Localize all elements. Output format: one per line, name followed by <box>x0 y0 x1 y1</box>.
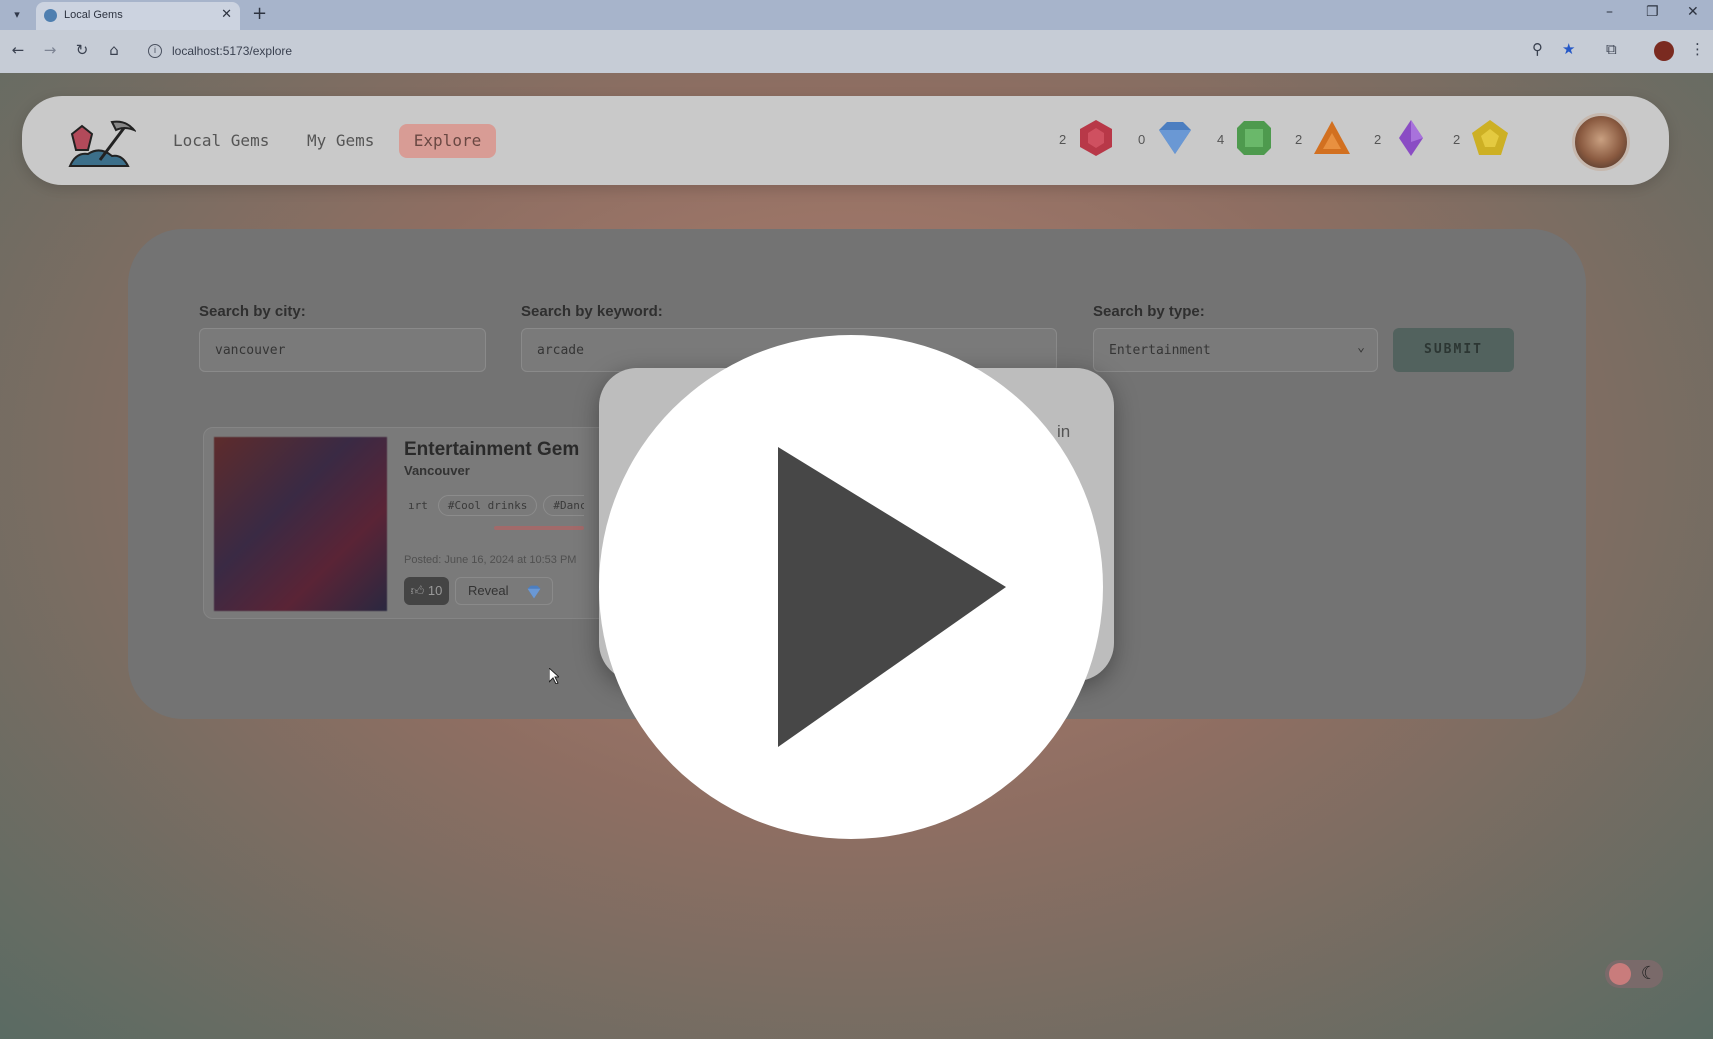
moon-icon: ☾ <box>1640 963 1658 984</box>
nav-local-gems[interactable]: Local Gems <box>173 131 269 150</box>
reload-icon[interactable]: ↻ <box>72 41 92 59</box>
city-label: Search by city: <box>199 303 306 320</box>
gem-count-red: 2 <box>1059 132 1067 147</box>
tab-search-chevron-icon[interactable]: ▾ <box>6 5 28 25</box>
orange-triangle-gem-icon <box>1314 121 1350 154</box>
new-tab-icon[interactable]: + <box>252 3 267 24</box>
tag-chip: #Danci <box>543 495 584 516</box>
reveal-label: Reveal <box>468 583 509 598</box>
type-select[interactable]: Entertainment ⌄ <box>1093 328 1378 372</box>
browser-menu-icon[interactable]: ⋮ <box>1690 40 1705 58</box>
tag-chip: #Cool drinks <box>437 495 538 516</box>
restore-icon[interactable]: ❐ <box>1646 4 1659 20</box>
gem-count-purple: 2 <box>1374 132 1382 147</box>
site-info-icon[interactable]: i <box>148 44 162 58</box>
thumbs-up-icon: 👍︎ <box>410 583 428 598</box>
close-window-icon[interactable]: ✕ <box>1687 4 1699 20</box>
back-icon[interactable]: ← <box>8 41 28 59</box>
purple-crystal-gem-icon <box>1399 120 1423 156</box>
app-navbar: Local Gems My Gems Explore 2 0 4 2 2 2 <box>22 96 1669 185</box>
local-gems-logo-icon[interactable] <box>66 116 136 168</box>
type-select-value: Entertainment <box>1109 343 1211 358</box>
submit-button[interactable]: SUBMIT <box>1393 328 1514 372</box>
url-text[interactable]: localhost:5173/explore <box>172 44 292 58</box>
browser-tab-bar: ▾ Local Gems ✕ + – ❐ ✕ <box>0 0 1713 30</box>
gem-title: Entertainment Gem <box>404 439 580 460</box>
address-bar[interactable]: i localhost:5173/explore <box>140 36 1580 66</box>
reveal-button[interactable]: Reveal <box>455 577 553 605</box>
posted-date: Posted: June 16, 2024 at 10:53 PM <box>404 554 577 566</box>
play-icon <box>778 447 1006 747</box>
page-body: Local Gems My Gems Explore 2 0 4 2 2 2 S… <box>0 73 1713 1039</box>
gem-thumbnail-image <box>214 437 387 611</box>
home-icon[interactable]: ⌂ <box>104 41 124 59</box>
favicon-icon <box>44 9 57 22</box>
gem-count-blue: 0 <box>1138 132 1146 147</box>
gem-count-yellow: 2 <box>1453 132 1461 147</box>
gem-count-orange: 2 <box>1295 132 1303 147</box>
bookmark-star-icon[interactable]: ★ <box>1562 40 1575 58</box>
red-hexagon-gem-icon <box>1080 120 1112 156</box>
city-input[interactable]: vancouver <box>199 328 486 372</box>
keyword-label: Search by keyword: <box>521 303 663 320</box>
gem-count-green: 4 <box>1217 132 1225 147</box>
tab-title: Local Gems <box>64 9 123 21</box>
mouse-cursor-icon <box>549 668 559 684</box>
blue-diamond-gem-icon <box>1159 122 1191 154</box>
theme-toggle[interactable]: ☾ <box>1605 960 1663 988</box>
tag-chip: ırt <box>408 499 428 512</box>
zoom-icon[interactable]: ⚲ <box>1532 40 1543 58</box>
extensions-icon[interactable]: ⧉ <box>1606 40 1617 58</box>
nav-my-gems[interactable]: My Gems <box>307 131 374 150</box>
toggle-knob <box>1609 963 1631 985</box>
browser-toolbar: ← → ↻ ⌂ i localhost:5173/explore ⚲ ★ ⧉ ⋮ <box>0 30 1713 73</box>
tags-scrollbar[interactable] <box>494 526 584 530</box>
blue-diamond-gem-icon <box>527 585 541 599</box>
type-label: Search by type: <box>1093 303 1205 320</box>
browser-tab[interactable]: Local Gems ✕ <box>36 2 240 30</box>
user-avatar[interactable] <box>1572 113 1630 171</box>
chevron-down-icon: ⌄ <box>1357 340 1365 355</box>
tab-close-icon[interactable]: ✕ <box>221 7 232 22</box>
green-square-gem-icon <box>1237 121 1271 155</box>
yellow-pentagon-gem-icon <box>1472 120 1508 155</box>
nav-explore[interactable]: Explore <box>399 124 496 158</box>
likes-button[interactable]: 👍︎ 10 <box>404 577 449 605</box>
gem-city: Vancouver <box>404 463 470 478</box>
likes-count: 10 <box>427 583 443 598</box>
forward-icon[interactable]: → <box>40 41 60 59</box>
minimize-icon[interactable]: – <box>1606 4 1613 20</box>
gem-tags: ırt #Cool drinks#Danci <box>404 494 584 516</box>
browser-profile-avatar[interactable] <box>1654 41 1674 61</box>
video-play-button[interactable] <box>599 335 1103 839</box>
